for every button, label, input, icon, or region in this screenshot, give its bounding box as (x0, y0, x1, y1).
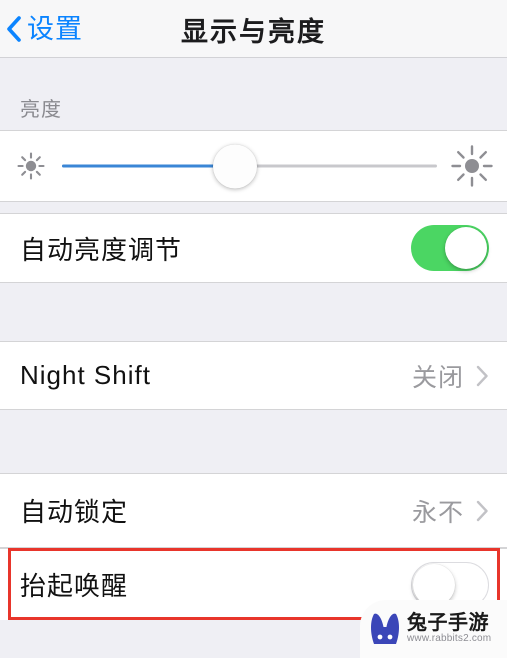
row-night-shift-label: Night Shift (20, 360, 151, 390)
brightness-slider-row (0, 130, 507, 202)
toggle-auto-brightness[interactable] (411, 225, 489, 271)
brightness-slider-thumb[interactable] (212, 144, 257, 188)
row-auto-lock-value: 永不 (411, 498, 464, 527)
rabbit-logo-icon (371, 613, 399, 644)
brightness-slider-fill (62, 164, 235, 168)
row-auto-brightness-label: 自动亮度调节 (20, 234, 183, 265)
section-header-brightness-label: 亮度 (20, 99, 62, 121)
brightness-slider-track[interactable] (62, 144, 437, 188)
navigation-bar: 设置 显示与亮度 (0, 0, 507, 58)
back-button-label: 设置 (27, 13, 83, 44)
back-button-settings[interactable]: 设置 (6, 0, 83, 58)
sun-large-icon (451, 145, 493, 187)
row-auto-lock[interactable]: 自动锁定 永不 (0, 473, 507, 548)
row-raise-to-wake-label: 抬起唤醒 (20, 571, 129, 601)
watermark: 兔子手游 www.rabbits2.com (360, 600, 507, 658)
section-gap-1 (0, 283, 507, 341)
section-gap-2 (0, 410, 507, 473)
watermark-url: www.rabbits2.com (407, 633, 492, 645)
ios-display-brightness-screen: 设置 显示与亮度 亮度 自动亮度调节 Night Shift 关闭 自动锁定 永… (0, 0, 507, 658)
row-night-shift-value: 关闭 (411, 363, 464, 392)
section-header-brightness: 亮度 (0, 59, 507, 130)
watermark-title: 兔子手游 (407, 612, 489, 635)
row-auto-lock-label: 自动锁定 (20, 497, 129, 527)
chevron-left-icon (7, 16, 21, 42)
sun-small-icon (17, 152, 45, 180)
chevron-right-icon (476, 500, 488, 521)
watermark-text: 兔子手游 www.rabbits2.com (407, 613, 491, 645)
chevron-right-icon (476, 365, 488, 386)
row-night-shift[interactable]: Night Shift 关闭 (0, 341, 507, 410)
row-auto-brightness[interactable]: 自动亮度调节 (0, 213, 507, 283)
toggle-auto-brightness-knob (445, 227, 487, 269)
